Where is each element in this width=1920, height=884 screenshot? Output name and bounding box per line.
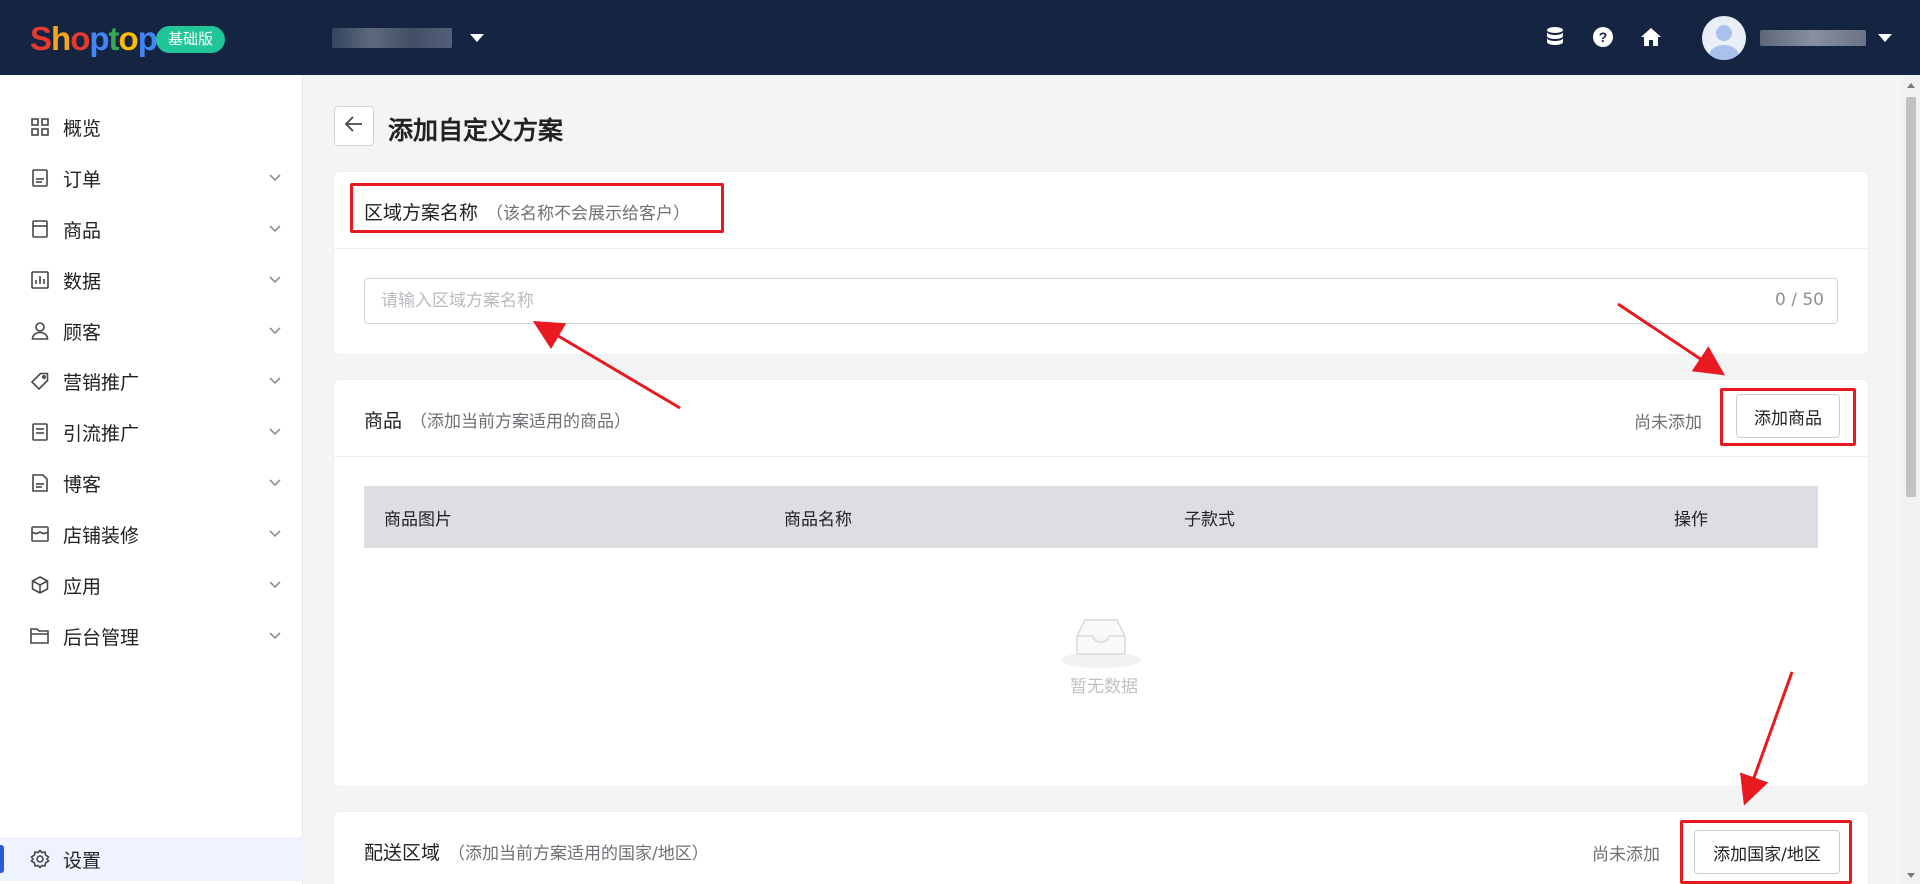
chevron-down-icon	[268, 374, 282, 388]
scroll-down-arrow-icon[interactable]	[1907, 873, 1915, 878]
section-title: 配送区域	[364, 842, 441, 864]
sidebar-item-label: 营销推广	[63, 371, 140, 394]
arrow-left-icon	[344, 116, 363, 136]
shoptop-logo[interactable]: Shoptop	[30, 20, 158, 58]
blog-doc-icon	[30, 473, 50, 493]
product-table-header: 商品图片 商品名称 子款式 操作	[364, 486, 1818, 548]
sidebar-item-data[interactable]: 数据	[0, 258, 303, 302]
sidebar: 概览 订单 商品 数据 顾客 营销推广 引流推广 博客 店铺装修 应用 后台管理…	[0, 75, 303, 884]
section-subtitle: （添加当前方案适用的国家/地区）	[448, 844, 709, 864]
chevron-down-icon	[268, 171, 282, 185]
store-name-redacted[interactable]	[332, 28, 452, 48]
svg-text:?: ?	[1599, 29, 1608, 45]
sidebar-item-products[interactable]: 商品	[0, 207, 303, 251]
delivery-status-text: 尚未添加	[1592, 845, 1660, 865]
scroll-up-arrow-icon[interactable]	[1907, 83, 1915, 88]
sidebar-item-traffic[interactable]: 引流推广	[0, 410, 303, 454]
char-counter: 0 / 50	[1775, 290, 1824, 310]
column-header: 子款式	[1184, 509, 1235, 530]
delivery-area-card: 配送区域 （添加当前方案适用的国家/地区） 尚未添加 添加国家/地区	[334, 812, 1868, 884]
column-header: 操作	[1674, 509, 1708, 530]
store-switch-caret-icon[interactable]	[470, 34, 484, 42]
chevron-down-icon	[268, 476, 282, 490]
home-icon[interactable]	[1640, 26, 1662, 48]
section-title: 区域方案名称	[364, 202, 479, 224]
sidebar-item-marketing[interactable]: 营销推广	[0, 359, 303, 403]
empty-state-text: 暂无数据	[1070, 677, 1138, 697]
column-header: 商品图片	[384, 509, 452, 530]
sidebar-item-settings[interactable]: 设置	[0, 837, 303, 881]
sidebar-item-store-design[interactable]: 店铺装修	[0, 512, 303, 556]
avatar[interactable]	[1702, 16, 1746, 60]
traffic-doc-icon	[30, 422, 50, 442]
order-doc-icon	[30, 168, 50, 188]
help-icon[interactable]: ?	[1592, 26, 1614, 48]
chevron-down-icon	[268, 273, 282, 287]
database-icon[interactable]	[1544, 26, 1566, 48]
sidebar-item-blog[interactable]: 博客	[0, 461, 303, 505]
sidebar-item-label: 订单	[63, 168, 102, 191]
add-product-button[interactable]: 添加商品	[1736, 394, 1840, 438]
sidebar-item-apps[interactable]: 应用	[0, 563, 303, 607]
sidebar-item-label: 引流推广	[63, 422, 140, 445]
chevron-down-icon	[268, 578, 282, 592]
scheme-name-title: 区域方案名称 （该名称不会展示给客户）	[364, 198, 690, 225]
user-menu-caret-icon[interactable]	[1878, 34, 1892, 42]
chevron-down-icon	[268, 629, 282, 643]
add-country-region-button[interactable]: 添加国家/地区	[1694, 830, 1840, 874]
product-card: 商品 （添加当前方案适用的商品） 尚未添加 添加商品 商品图片 商品名称 子款式 …	[334, 380, 1868, 786]
gear-icon	[30, 849, 50, 869]
product-box-icon	[30, 219, 50, 239]
column-header: 商品名称	[784, 509, 852, 530]
sidebar-item-overview[interactable]: 概览	[0, 105, 303, 149]
delivery-section-title: 配送区域 （添加当前方案适用的国家/地区）	[364, 838, 709, 865]
sidebar-item-admin[interactable]: 后台管理	[0, 614, 303, 658]
sidebar-item-label: 店铺装修	[63, 524, 140, 547]
scheme-name-input[interactable]	[364, 278, 1838, 324]
scheme-name-card: 区域方案名称 （该名称不会展示给客户） 0 / 50	[334, 172, 1868, 354]
store-icon	[30, 524, 50, 544]
section-subtitle: （添加当前方案适用的商品）	[410, 412, 632, 432]
tag-icon	[30, 371, 50, 391]
section-subtitle: （该名称不会展示给客户）	[486, 204, 691, 224]
active-indicator	[0, 845, 4, 873]
chevron-down-icon	[268, 425, 282, 439]
sidebar-item-label: 设置	[63, 849, 102, 872]
empty-inbox-icon	[1059, 610, 1143, 670]
page-title: 添加自定义方案	[388, 116, 564, 145]
sidebar-item-label: 后台管理	[63, 626, 140, 649]
divider	[334, 248, 1868, 249]
user-name-redacted[interactable]	[1760, 30, 1866, 46]
divider	[334, 456, 1868, 457]
sidebar-item-orders[interactable]: 订单	[0, 156, 303, 200]
section-title: 商品	[364, 410, 403, 432]
chevron-down-icon	[268, 324, 282, 338]
cube-icon	[30, 575, 50, 595]
sidebar-item-label: 博客	[63, 473, 102, 496]
user-icon	[30, 321, 50, 341]
folder-icon	[30, 626, 50, 646]
dashboard-grid-icon	[30, 117, 50, 137]
sidebar-item-label: 数据	[63, 270, 102, 293]
product-status-text: 尚未添加	[1634, 413, 1702, 433]
page-scrollbar[interactable]	[1902, 75, 1920, 884]
chevron-down-icon	[268, 527, 282, 541]
sidebar-item-label: 应用	[63, 575, 102, 598]
sidebar-item-label: 商品	[63, 219, 102, 242]
sidebar-item-label: 概览	[63, 117, 102, 140]
back-button[interactable]	[334, 106, 374, 146]
chart-icon	[30, 270, 50, 290]
edition-badge: 基础版	[156, 26, 226, 53]
top-bar: Shoptop 基础版 ?	[0, 0, 1920, 75]
product-section-title: 商品 （添加当前方案适用的商品）	[364, 406, 631, 433]
scrollbar-thumb[interactable]	[1906, 97, 1916, 497]
chevron-down-icon	[268, 222, 282, 236]
sidebar-item-customers[interactable]: 顾客	[0, 309, 303, 353]
sidebar-item-label: 顾客	[63, 321, 102, 344]
